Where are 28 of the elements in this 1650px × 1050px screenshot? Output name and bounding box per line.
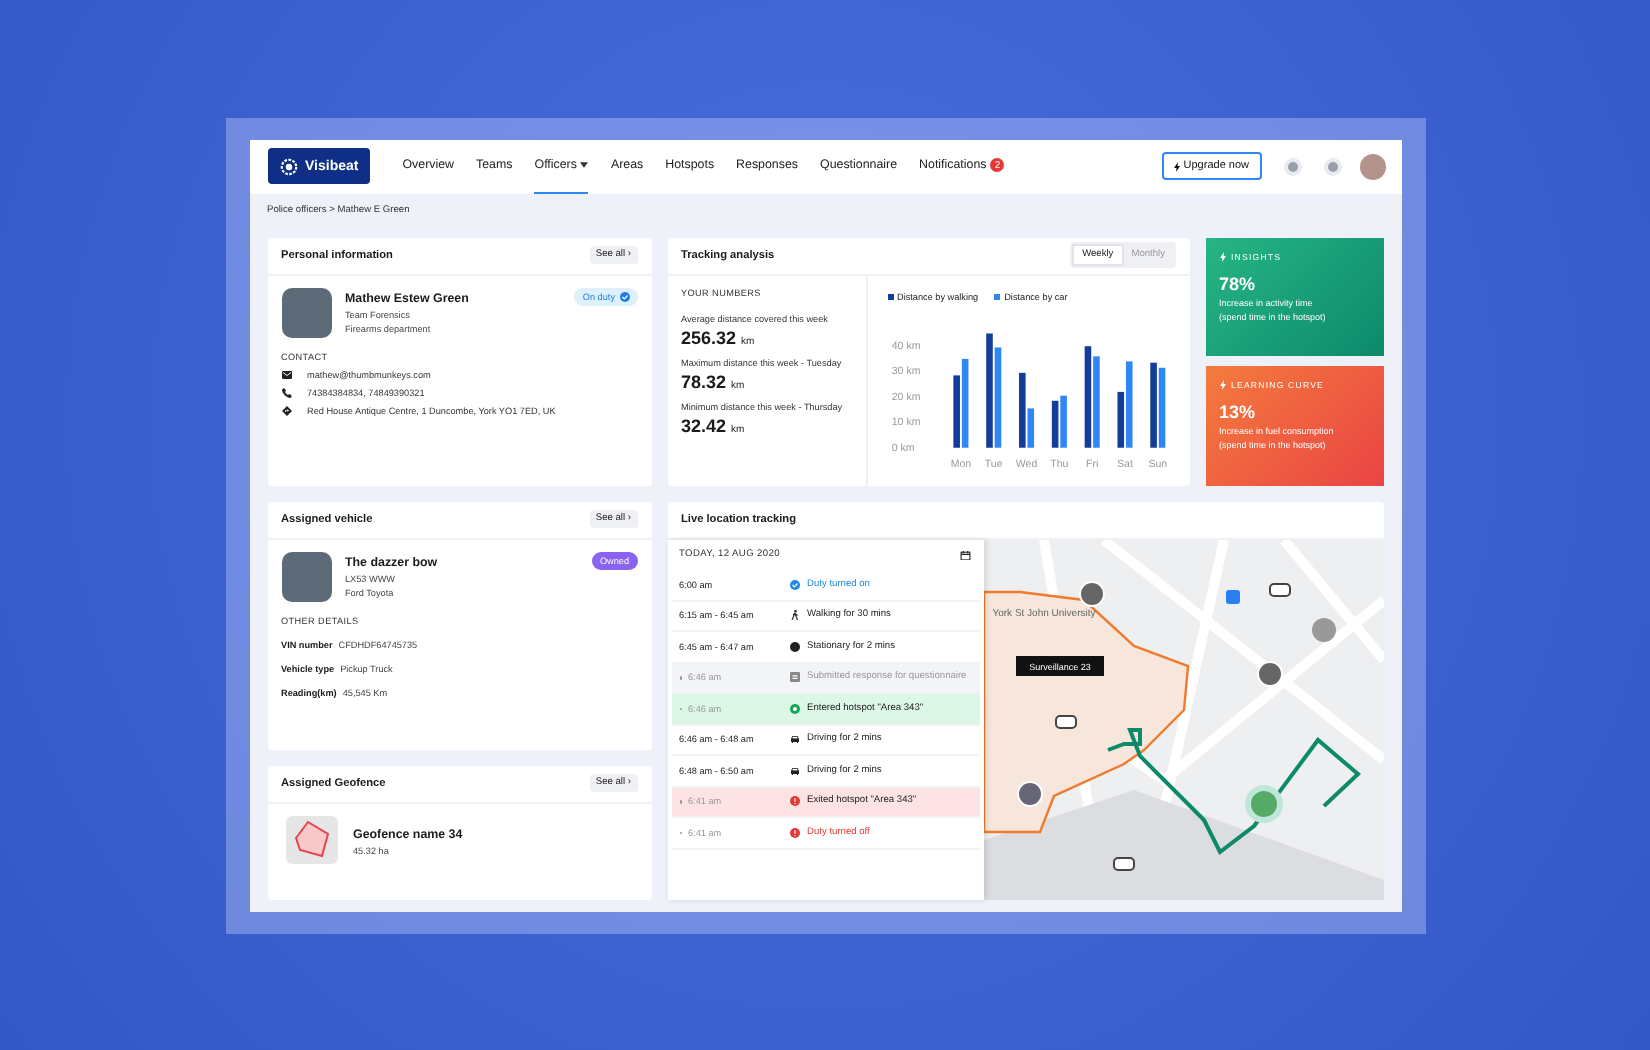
direction-sign-icon [281,405,291,415]
cluster-marker[interactable] [1311,617,1335,641]
lightning-icon [1219,251,1225,261]
lightning-icon [1219,380,1225,390]
car-marker[interactable] [1112,856,1134,870]
alert-icon [789,827,799,838]
photo-placeholder [281,287,331,337]
walking-person-icon [789,610,799,621]
photo-placeholder [281,551,331,601]
calendar-icon[interactable] [960,549,971,560]
avatar-marker[interactable] [1244,784,1282,822]
phone-icon [281,387,291,397]
check-circle-icon [789,579,799,590]
car-icon [789,734,799,745]
alert-icon [789,796,799,807]
lightning-icon [1173,161,1180,171]
geofence-thumbnail [285,815,337,863]
insight-value: 78% [1219,273,1258,293]
car-marker[interactable] [1054,714,1076,728]
avatar-placeholder[interactable] [1359,153,1385,179]
car-marker[interactable] [1268,582,1290,596]
circle-icon [789,703,799,714]
badge-icon [279,157,297,175]
stop-circle-icon [789,641,799,652]
insight-value: 13% [1219,402,1258,422]
envelope-icon [281,369,291,379]
car-icon [789,765,799,776]
document-icon [789,672,799,683]
